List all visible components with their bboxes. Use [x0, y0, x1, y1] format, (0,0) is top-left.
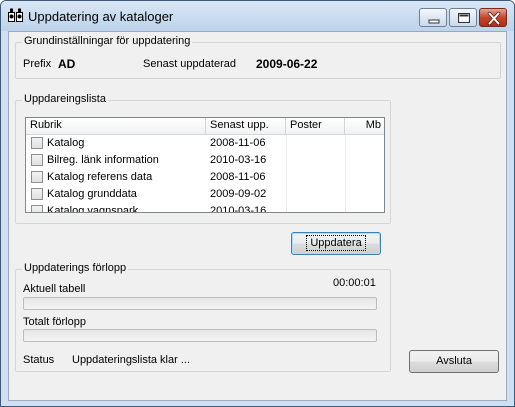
row-rubrik: Katalog vagnspark: [47, 205, 139, 213]
dialog-body: Grundinställningar för uppdatering Prefi…: [8, 31, 507, 401]
total-progress: [23, 329, 377, 342]
checkbox-icon[interactable]: [31, 154, 43, 166]
row-rubrik: Katalog referens data: [47, 171, 153, 183]
app-icon: [8, 8, 23, 22]
row-rubrik: Katalog: [47, 137, 85, 149]
row-rubrik: Katalog grunddata: [47, 188, 137, 200]
update-list[interactable]: Rubrik Senast upp. Poster Mb Katalog 200…: [25, 117, 385, 213]
maximize-button[interactable]: [449, 8, 477, 27]
list-item[interactable]: Katalog grunddata 2009-09-02: [26, 186, 384, 203]
window-title: Uppdatering av kataloger: [28, 9, 174, 24]
prefix-value: AD: [58, 57, 76, 71]
minimize-button[interactable]: [419, 8, 447, 27]
close-button[interactable]: Avsluta: [409, 350, 499, 373]
close-window-button[interactable]: [479, 8, 507, 27]
checkbox-icon[interactable]: [31, 137, 43, 149]
column-header-senast-upp[interactable]: Senast upp.: [206, 118, 286, 135]
current-table-progress: [23, 297, 377, 310]
update-button-label: Uppdatera: [306, 235, 366, 251]
list-item[interactable]: Katalog 2008-11-06: [26, 135, 384, 152]
checkbox-icon[interactable]: [31, 171, 43, 183]
status-value: Uppdateringslista klar ...: [72, 354, 190, 366]
progress-group: Uppdaterings förlopp 00:00:01 Aktuell ta…: [15, 262, 391, 372]
list-item[interactable]: Bilreg. länk information 2010-03-16: [26, 152, 384, 169]
row-senast: 2010-03-16: [210, 205, 267, 213]
update-list-legend: Uppdareingslista: [22, 93, 108, 105]
column-header-mb[interactable]: Mb: [345, 118, 384, 135]
checkbox-icon[interactable]: [31, 188, 43, 200]
update-button[interactable]: Uppdatera: [291, 232, 381, 255]
update-list-group: Uppdareingslista Rubrik Senast upp. Post…: [15, 93, 391, 224]
column-header-rubrik[interactable]: Rubrik: [26, 118, 206, 135]
current-table-label: Aktuell tabell: [23, 283, 86, 295]
row-senast: 2008-11-06: [210, 171, 266, 183]
checkbox-icon[interactable]: [31, 205, 43, 212]
row-rubrik: Bilreg. länk information: [47, 154, 159, 166]
close-icon: [487, 11, 501, 26]
column-header-poster[interactable]: Poster: [286, 118, 345, 135]
minimize-icon: [428, 19, 440, 24]
total-progress-label: Totalt förlopp: [23, 316, 86, 328]
dialog-window: Uppdatering av kataloger Grundinställnin…: [0, 0, 515, 407]
last-updated-value: 2009-06-22: [256, 57, 318, 71]
prefix-label: Prefix: [23, 58, 52, 70]
elapsed-time: 00:00:01: [333, 277, 376, 289]
settings-legend: Grundinställningar för uppdatering: [22, 35, 193, 47]
row-senast: 2010-03-16: [210, 154, 267, 166]
last-updated-label: Senast uppdaterad: [143, 58, 236, 70]
maximize-icon: [458, 13, 470, 23]
settings-group: Grundinställningar för uppdatering Prefi…: [15, 35, 501, 79]
row-senast: 2009-09-02: [210, 188, 267, 200]
list-header: Rubrik Senast upp. Poster Mb: [26, 118, 384, 135]
close-button-label: Avsluta: [436, 355, 472, 367]
list-item[interactable]: Katalog referens data 2008-11-06: [26, 169, 384, 186]
status-label: Status: [23, 354, 55, 366]
list-item[interactable]: Katalog vagnspark 2010-03-16: [26, 203, 384, 213]
row-senast: 2008-11-06: [210, 137, 266, 149]
progress-legend: Uppdaterings förlopp: [22, 262, 129, 274]
title-bar[interactable]: Uppdatering av kataloger: [1, 1, 514, 31]
